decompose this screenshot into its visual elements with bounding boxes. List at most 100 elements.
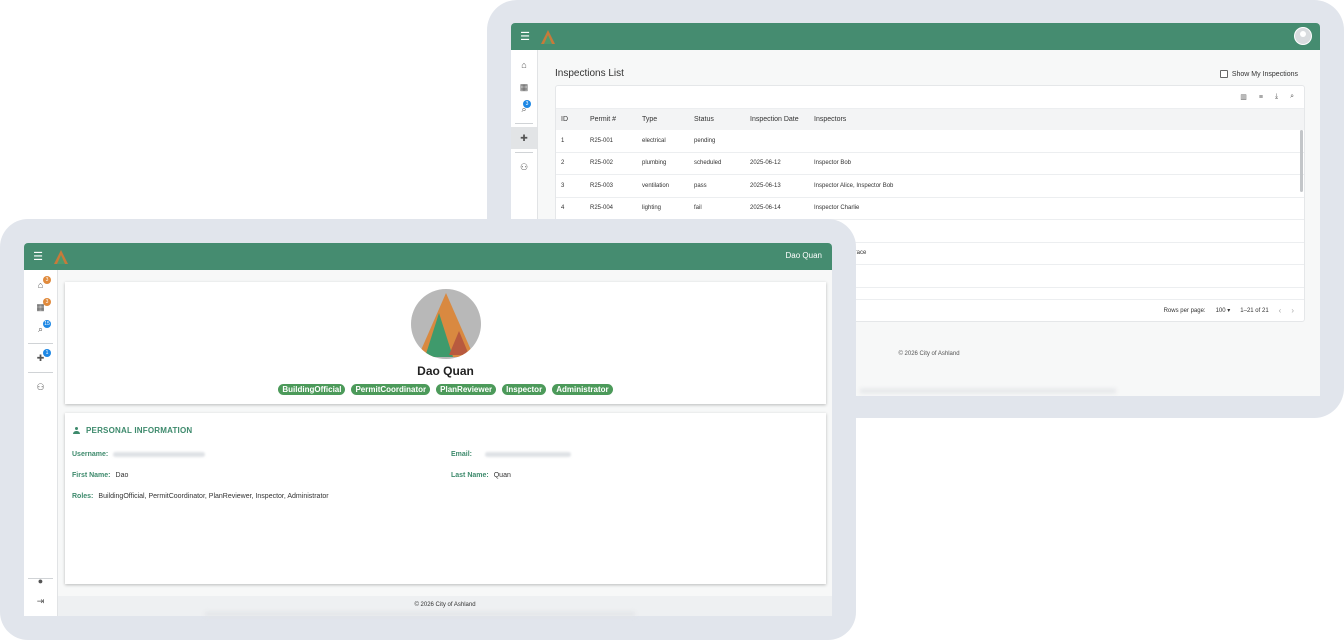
divider (28, 372, 53, 373)
sidebar-item-inspections[interactable]: ✚ (511, 127, 537, 149)
cell-inspectors: rey (814, 273, 1304, 279)
menu-icon[interactable]: ☰ (511, 30, 539, 43)
download-icon[interactable]: ⤓ (1275, 93, 1278, 101)
table-row[interactable]: 1 R25-001 electrical pending (556, 130, 1304, 153)
topbar-user-name[interactable]: Dao Quan (786, 251, 822, 260)
notification-badge: 3 (523, 100, 531, 108)
building-icon: ▦ (519, 81, 529, 92)
group-icon: ⚇ (519, 161, 529, 172)
last-name-label: Last Name: (451, 472, 489, 479)
city-logo[interactable] (541, 29, 555, 44)
cell-type: ventilation (642, 182, 670, 189)
page-title: Inspections List (555, 68, 624, 79)
chevron-down-icon: ▾ (1227, 308, 1231, 314)
blurred-bar (860, 389, 1116, 393)
cell-type: lighting (642, 205, 662, 212)
cell-id: 2 (561, 160, 565, 167)
cell-id: 1 (561, 137, 565, 144)
cell-permit: R25-003 (590, 182, 614, 189)
next-page-icon[interactable]: › (1291, 306, 1294, 315)
table-row[interactable]: 2 R25-002 plumbing scheduled 2025-06-12 … (556, 153, 1304, 175)
sidebar-item-home[interactable]: ⌂ (511, 54, 537, 76)
rows-per-page-select[interactable]: 100 ▾ (1216, 307, 1231, 314)
cell-inspectors: nk, Inspector Grace (814, 250, 867, 257)
notification-badge: 3 (43, 276, 51, 284)
divider (515, 152, 533, 153)
home-icon: ⌂ (521, 60, 527, 70)
cell-id: 3 (561, 182, 565, 189)
sidebar-item-users[interactable]: ⚇ (24, 376, 57, 398)
account-avatar[interactable] (1294, 27, 1312, 45)
sidebar-item-reviews[interactable]: ⌕ 15 (24, 318, 57, 340)
filter-icon[interactable]: ≡ (1259, 94, 1263, 101)
rows-per-page-label: Rows per page: (1163, 307, 1206, 314)
column-header-id[interactable]: ID (556, 116, 590, 123)
cell-permit: R25-002 (590, 160, 614, 167)
person-icon (73, 427, 80, 434)
city-logo[interactable] (54, 249, 68, 264)
cell-id: 4 (561, 205, 565, 212)
username-label: Username: (72, 451, 109, 458)
email-field: Email: (451, 451, 572, 458)
column-header-status[interactable]: Status (694, 116, 750, 123)
top-app-bar: ☰ (511, 23, 1320, 50)
role-chips: BuildingOfficial PermitCoordinator PlanR… (65, 384, 826, 395)
role-chip: PlanReviewer (436, 384, 497, 395)
table-toolbar: ▥ ≡ ⤓ ⌕ (556, 86, 1304, 108)
person-check-icon: ✚ (520, 132, 528, 143)
sidebar-item-logout[interactable]: ⇥ (24, 590, 57, 612)
first-name-field: First Name: Dao (72, 472, 128, 479)
table-row[interactable]: 4 R25-004 lighting fail 2025-06-14 Inspe… (556, 198, 1304, 220)
role-chip: Inspector (502, 384, 547, 395)
menu-icon[interactable]: ☰ (24, 250, 52, 263)
username-field: Username: (72, 451, 206, 458)
cell-inspectors: Inspector Bob (814, 160, 852, 167)
roles-field: Roles: BuildingOfficial, PermitCoordinat… (72, 493, 329, 500)
role-chip: PermitCoordinator (351, 384, 431, 395)
person-icon: ● (37, 576, 44, 586)
column-header-date[interactable]: Inspection Date (750, 116, 814, 123)
search-icon[interactable]: ⌕ (1290, 93, 1294, 101)
roles-value: BuildingOfficial, PermitCoordinator, Pla… (98, 493, 329, 500)
sidebar-item-permits[interactable]: ▦ 3 (24, 296, 57, 318)
table-scrollbar[interactable] (1299, 130, 1304, 296)
last-name-value: Quan (493, 472, 511, 479)
checkbox[interactable] (1219, 70, 1228, 78)
column-header-type[interactable]: Type (642, 116, 694, 123)
rows-per-page-value: 100 (1215, 308, 1226, 314)
section-title: PERSONAL INFORMATION (73, 426, 192, 435)
profile-name: Dao Quan (417, 364, 474, 378)
divider (28, 343, 53, 344)
columns-icon[interactable]: ▥ (1240, 93, 1247, 101)
cell-date: 2025-06-14 (750, 205, 781, 212)
sidebar-item-users[interactable]: ⚇ (511, 156, 537, 178)
column-header-inspectors[interactable]: Inspectors (814, 116, 1304, 123)
notification-badge: 3 (43, 298, 51, 306)
cell-status: pass (694, 182, 707, 189)
cell-type: plumbing (642, 160, 667, 167)
cell-date: 2025-06-12 (750, 160, 781, 167)
cell-permit: R25-001 (590, 137, 614, 144)
sidebar-item-profile[interactable]: ● (24, 570, 57, 592)
cell-permit: R25-004 (590, 205, 614, 212)
sidebar-item-home[interactable]: ⌂ 3 (24, 274, 57, 296)
profile-avatar (411, 289, 481, 359)
blurred-bar (205, 612, 635, 616)
first-name-label: First Name: (72, 472, 111, 479)
sidebar-item-reviews[interactable]: ⌕ 3 (511, 98, 537, 120)
roles-label: Roles: (72, 493, 94, 500)
role-chip: Administrator (552, 384, 613, 395)
table-header: ID Permit # Type Status Inspection Date … (556, 108, 1304, 130)
sidebar-item-inspections[interactable]: ✚ 1 (24, 347, 57, 369)
page-range: 1–21 of 21 (1240, 307, 1269, 314)
scrollbar-thumb[interactable] (1300, 130, 1303, 192)
table-row[interactable]: 3 R25-003 ventilation pass 2025-06-13 In… (556, 175, 1304, 198)
previous-page-icon[interactable]: ‹ (1279, 306, 1282, 315)
logout-icon: ⇥ (36, 595, 45, 606)
email-label: Email: (451, 451, 473, 458)
checkbox-label: Show My Inspections (1231, 70, 1298, 78)
cell-inspectors: ve (814, 228, 1304, 234)
sidebar-item-permits[interactable]: ▦ (511, 76, 537, 98)
show-my-inspections-toggle[interactable]: Show My Inspections (1219, 70, 1298, 78)
column-header-permit[interactable]: Permit # (590, 116, 642, 123)
